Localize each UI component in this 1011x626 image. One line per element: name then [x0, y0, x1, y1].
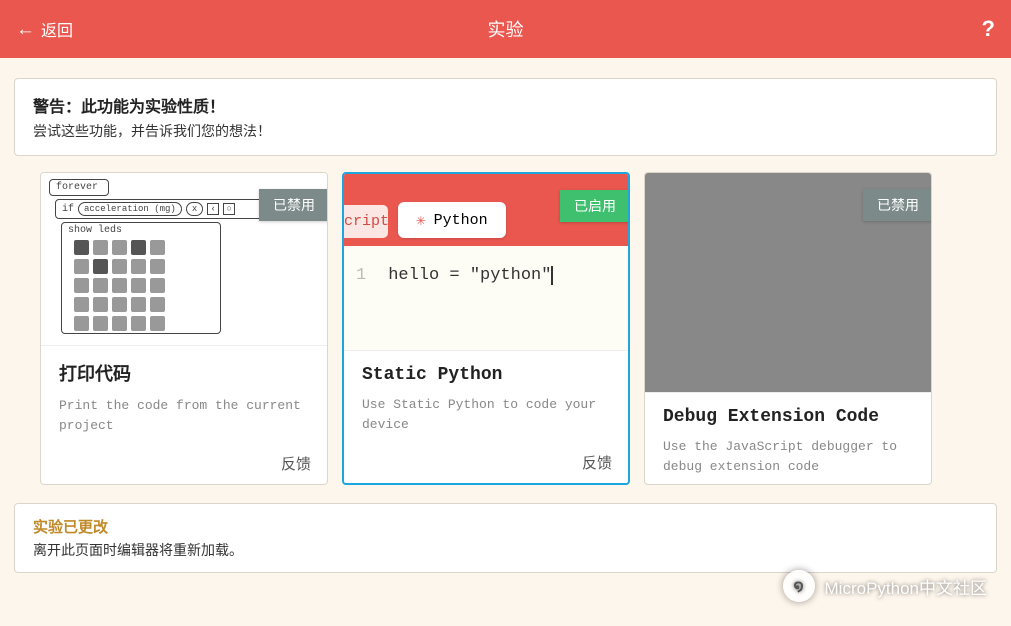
help-button[interactable]: ? [982, 16, 995, 42]
page-title: 实验 [488, 16, 524, 42]
experiment-card-print-code[interactable]: 已禁用 forever if acceleration (mg) x ‹ ○ s… [40, 172, 328, 485]
circle-icon: ○ [223, 203, 235, 215]
experiments-row: 已禁用 forever if acceleration (mg) x ‹ ○ s… [0, 172, 1011, 485]
experiment-card-static-python[interactable]: 已启用 cript ✳ Python 1 hello = "python" Sta… [342, 172, 630, 485]
status-badge: 已禁用 [259, 189, 328, 221]
warning-title: 警告：此功能为实验性质！ [33, 93, 978, 117]
warning-text: 尝试这些功能，并告诉我们您的想法！ [33, 121, 978, 141]
python-tab: ✳ Python [398, 202, 506, 238]
card-description: Print the code from the current project [59, 396, 309, 435]
warning-banner: 警告：此功能为实验性质！ 尝试这些功能，并告诉我们您的想法！ [14, 78, 997, 156]
header-bar: ← 返回 实验 ? [0, 0, 1011, 58]
status-badge: 已禁用 [863, 189, 932, 221]
arrow-left-icon: ← [16, 20, 35, 39]
card-description: Use Static Python to code your device [362, 395, 610, 434]
changed-title: 实验已更改 [33, 516, 978, 537]
code-line: hello = "python" [388, 266, 553, 285]
wechat-icon: ໑ [783, 570, 815, 602]
changed-text: 离开此页面时编辑器将重新加载。 [33, 540, 978, 560]
tab-fragment: cript [344, 205, 388, 238]
back-button[interactable]: ← 返回 [16, 17, 73, 41]
feedback-link[interactable]: 反馈 [41, 443, 327, 484]
block-show-leds: show leds [61, 222, 221, 334]
line-number: 1 [356, 266, 366, 285]
python-icon: ✳ [416, 210, 426, 230]
watermark-text: MicroPython中文社区 [825, 574, 987, 599]
chevron-left-icon: ‹ [207, 203, 219, 215]
led-grid-icon [74, 240, 214, 331]
card-title: 打印代码 [59, 360, 309, 386]
back-label: 返回 [41, 17, 73, 41]
card-description: Use the JavaScript debugger to debug ext… [663, 437, 913, 476]
status-badge: 已启用 [560, 190, 630, 222]
feedback-link[interactable]: 反馈 [344, 442, 628, 483]
experiment-card-debug-extension[interactable]: 已禁用 Debug Extension Code Use the JavaScr… [644, 172, 932, 485]
card-title: Debug Extension Code [663, 407, 913, 427]
block-forever: forever [49, 179, 109, 196]
changed-banner: 实验已更改 离开此页面时编辑器将重新加载。 [14, 503, 997, 573]
card-title: Static Python [362, 365, 610, 385]
watermark: ໑ MicroPython中文社区 [783, 570, 987, 602]
